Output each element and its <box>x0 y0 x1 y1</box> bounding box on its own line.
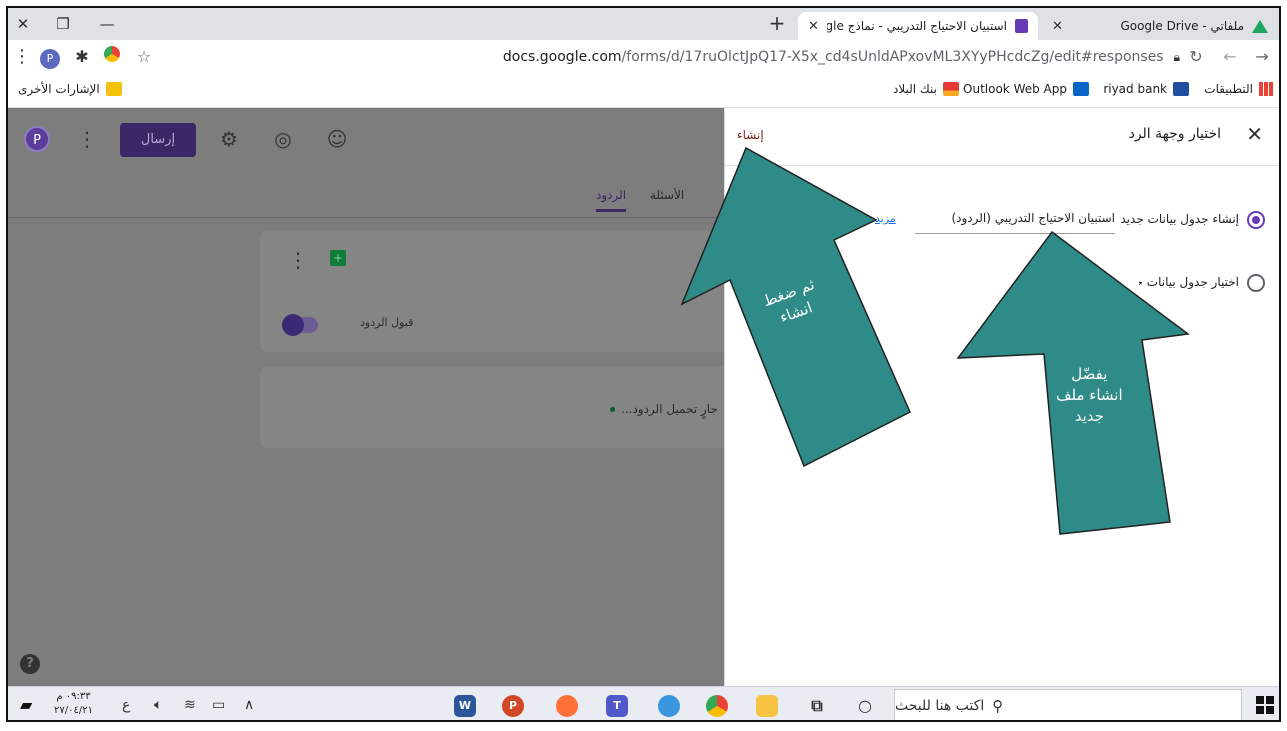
cortana-icon[interactable]: ○ <box>854 695 876 717</box>
chrome-icon[interactable] <box>706 695 728 717</box>
edge-icon[interactable] <box>658 695 680 717</box>
clock-date: ٢٧/٠٤/٢١ <box>54 705 93 716</box>
annotation-text-new-file: يفضّل انشاء ملف جديد <box>1056 365 1123 425</box>
windows-taskbar: ▰ ٠٩:٣٣ م ٢٧/٠٤/٢١ ع 🔈︎ ≋ ▭ ∧ W P T ⧉ ○ … <box>8 686 1279 720</box>
teams-icon[interactable]: T <box>606 695 628 717</box>
language-indicator[interactable]: ع <box>122 697 130 713</box>
volume-icon[interactable]: 🔈︎ <box>154 697 162 713</box>
search-icon: ⚲ <box>992 697 1004 715</box>
show-hidden-icons-icon[interactable]: ∧ <box>244 697 254 713</box>
clock[interactable]: ٠٩:٣٣ م ٢٧/٠٤/٢١ <box>54 690 93 718</box>
firefox-icon[interactable] <box>556 695 578 717</box>
windows-search-box[interactable]: ⚲ اكتب هنا للبحث <box>894 689 1242 720</box>
screenshot-frame: ✕ ❐ — + استبيان الاحتياج التدريبي - نماذ… <box>6 6 1281 722</box>
wifi-icon[interactable]: ≋ <box>184 697 196 713</box>
clock-time: ٠٩:٣٣ م <box>56 691 91 702</box>
notifications-icon[interactable]: ▰ <box>20 695 32 714</box>
file-explorer-icon[interactable] <box>756 695 778 717</box>
task-view-icon[interactable]: ⧉ <box>806 695 828 717</box>
battery-icon[interactable]: ▭ <box>212 697 225 713</box>
powerpoint-icon[interactable]: P <box>502 695 524 717</box>
windows-start-icon[interactable] <box>1256 696 1274 714</box>
word-icon[interactable]: W <box>454 695 476 717</box>
search-placeholder: اكتب هنا للبحث <box>895 698 985 714</box>
